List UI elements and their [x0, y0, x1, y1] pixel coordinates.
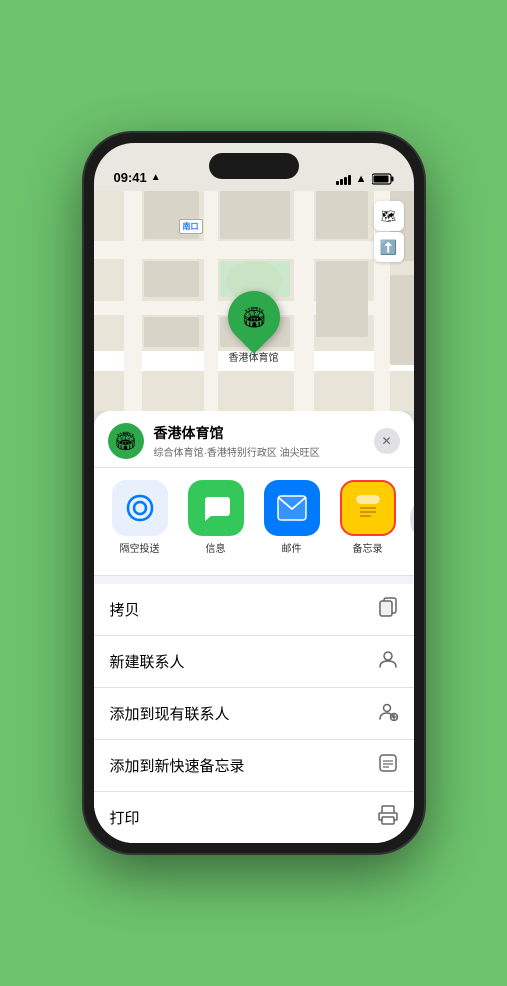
copy-label: 拷贝	[110, 599, 140, 620]
share-item-notes[interactable]: 备忘录	[332, 480, 404, 555]
sheet-close-button[interactable]: ✕	[374, 428, 400, 454]
venue-emoji: 🏟	[114, 431, 137, 452]
action-list: 拷贝 新建联系人	[94, 584, 414, 843]
signal-bar-3	[344, 177, 347, 185]
action-quick-note[interactable]: 添加到新快速备忘录	[94, 740, 414, 792]
action-new-contact[interactable]: 新建联系人	[94, 636, 414, 688]
sheet-subtitle: 综合体育馆·香港特别行政区 油尖旺区	[154, 444, 374, 459]
signal-bar-4	[348, 175, 351, 185]
add-existing-icon	[378, 701, 398, 726]
map-controls: 🗺 ⬆️	[374, 201, 404, 262]
messages-label: 信息	[206, 540, 226, 555]
share-row: 隔空投送 信息	[94, 468, 414, 576]
action-print[interactable]: 打印	[94, 792, 414, 843]
share-item-mail[interactable]: 邮件	[256, 480, 328, 555]
wifi-icon: ▲	[356, 173, 367, 185]
more-dots-container	[410, 494, 414, 544]
sheet-title: 香港体育馆	[154, 423, 374, 443]
map-area[interactable]: 南口 🗺 ⬆️ 🏟 香港体育馆	[94, 191, 414, 411]
new-contact-icon	[378, 649, 398, 674]
bottom-sheet: 🏟 香港体育馆 综合体育馆·香港特别行政区 油尖旺区 ✕	[94, 411, 414, 843]
location-button[interactable]: ⬆️	[374, 232, 404, 262]
print-icon	[378, 805, 398, 830]
location-pin: 🏟 香港体育馆	[228, 291, 280, 364]
signal-bar-1	[336, 181, 339, 185]
battery-icon	[372, 173, 394, 185]
add-existing-label: 添加到现有联系人	[110, 703, 230, 724]
more-apps-indicator[interactable]: 推	[410, 494, 414, 563]
airdrop-svg	[124, 492, 156, 524]
sheet-header: 🏟 香港体育馆 综合体育馆·香港特别行政区 油尖旺区 ✕	[94, 411, 414, 468]
action-copy[interactable]: 拷贝	[94, 584, 414, 636]
notes-label: 备忘录	[353, 540, 383, 555]
airdrop-label: 隔空投送	[120, 540, 160, 555]
status-icons: ▲	[336, 173, 394, 185]
sheet-title-group: 香港体育馆 综合体育馆·香港特别行政区 油尖旺区	[154, 423, 374, 459]
airdrop-icon	[112, 480, 168, 536]
map-label-nankou: 南口	[179, 219, 203, 234]
share-item-airdrop[interactable]: 隔空投送	[104, 480, 176, 555]
notes-icon	[340, 480, 396, 536]
mail-svg	[277, 495, 307, 521]
share-item-messages[interactable]: 信息	[180, 480, 252, 555]
location-arrow-icon: ▲	[151, 172, 161, 183]
action-add-existing[interactable]: 添加到现有联系人	[94, 688, 414, 740]
close-icon: ✕	[381, 434, 391, 448]
phone-frame: 09:41 ▲ ▲	[84, 133, 424, 853]
phone-screen: 09:41 ▲ ▲	[94, 143, 414, 843]
messages-icon	[188, 480, 244, 536]
signal-bars	[336, 173, 351, 185]
copy-icon	[378, 597, 398, 622]
mail-icon	[264, 480, 320, 536]
quick-note-label: 添加到新快速备忘录	[110, 755, 245, 776]
time-display: 09:41	[114, 170, 147, 185]
pin-circle: 🏟	[217, 280, 291, 354]
pin-emoji: 🏟	[241, 305, 266, 330]
map-label-text: 南口	[183, 222, 199, 231]
venue-icon: 🏟	[108, 423, 144, 459]
print-label: 打印	[110, 807, 140, 828]
mail-label: 邮件	[282, 540, 302, 555]
notes-svg	[353, 493, 383, 523]
quick-note-icon	[378, 753, 398, 778]
dynamic-island	[209, 153, 299, 179]
messages-svg	[201, 493, 231, 523]
new-contact-label: 新建联系人	[110, 651, 185, 672]
signal-bar-2	[340, 179, 343, 185]
status-time: 09:41 ▲	[114, 170, 161, 185]
map-view-button[interactable]: 🗺	[374, 201, 404, 231]
